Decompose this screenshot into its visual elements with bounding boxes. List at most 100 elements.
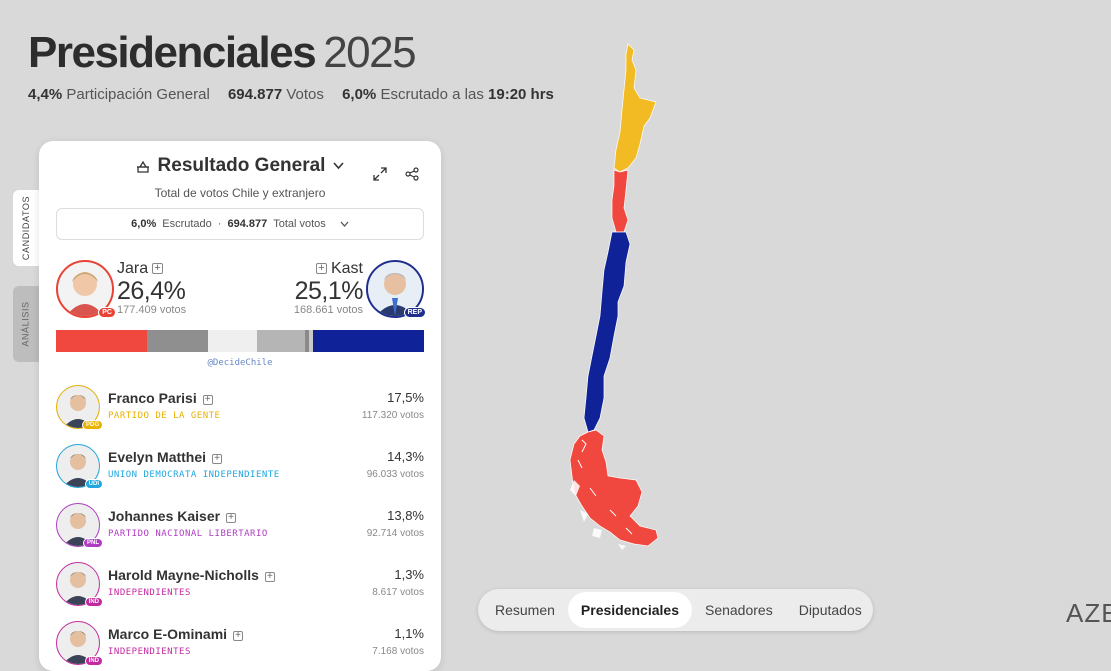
panel-actions — [373, 167, 419, 181]
candidate-votes: 117.320 votos — [361, 410, 424, 421]
votes-label: Votos — [286, 86, 324, 103]
party-badge: IND — [84, 597, 103, 607]
candidate-pct: 1,1% — [394, 626, 424, 641]
candidate-kast-votes: 168.661 votos — [293, 304, 363, 316]
plus-icon[interactable]: + — [152, 263, 164, 274]
candidate-jara-votes: 177.409 votos — [117, 304, 187, 316]
candidate-jara-pct: 26,4% — [117, 277, 186, 305]
avatar-jara[interactable]: PC — [56, 260, 116, 318]
decidechile-handle: @DecideChile — [207, 358, 273, 368]
section-tabs: Resumen Presidenciales Senadores Diputados — [478, 589, 873, 631]
counted-value: 6,0% — [342, 86, 377, 103]
tab-senadores[interactable]: Senadores — [692, 592, 786, 628]
candidate-name: Harold Mayne-Nicholls — [108, 567, 259, 583]
counted-time: 19:20 hrs — [488, 86, 554, 103]
expand-icon[interactable] — [373, 167, 387, 181]
tab-analisis[interactable]: ANÁLISIS — [13, 286, 39, 362]
participation-value: 4,4% — [28, 86, 63, 103]
page-title-year: 2025 — [323, 28, 416, 77]
results-panel: Resultado General Total de votos Chile y… — [39, 141, 441, 671]
results-dropdown[interactable]: Resultado General — [136, 155, 345, 177]
results-bar-segment — [56, 330, 148, 352]
candidate-row[interactable]: PDG Franco Parisi + PARTIDO DE LA GENTE 1… — [39, 382, 441, 441]
chile-regions-map[interactable] — [560, 40, 670, 550]
candidate-party: PARTIDO NACIONAL LIBERTARIO — [108, 529, 268, 539]
summary-separator: · — [217, 218, 222, 230]
candidate-avatar: IND — [56, 562, 103, 607]
chevron-down-icon — [333, 162, 345, 170]
results-bar-segment — [207, 330, 258, 352]
candidate-pct: 14,3% — [387, 449, 424, 464]
results-bar-segment — [257, 330, 305, 352]
party-badge: IND — [84, 656, 103, 666]
candidate-kast: + Kast 25,1% 168.661 votos — [293, 260, 364, 316]
candidate-party: PARTIDO DE LA GENTE — [108, 411, 221, 421]
plus-icon[interactable]: + — [202, 395, 213, 405]
plus-icon[interactable]: + — [315, 263, 327, 274]
summary-counted-value: 6,0% — [131, 218, 157, 230]
candidate-name-line: Johannes Kaiser + — [108, 508, 237, 524]
panel-header: Resultado General Total de votos Chile y… — [39, 141, 441, 200]
plus-icon[interactable]: + — [226, 513, 237, 523]
tab-presidenciales[interactable]: Presidenciales — [567, 592, 692, 628]
party-badge: UDI — [84, 479, 103, 489]
candidate-jara-name: Jara — [117, 260, 149, 277]
page-title: Presidenciales 2025 — [28, 28, 568, 78]
candidate-name-line: Evelyn Matthei + — [108, 449, 223, 465]
candidate-party: INDEPENDIENTES — [108, 588, 191, 598]
candidate-party: INDEPENDIENTES — [108, 647, 191, 657]
candidate-name: Marco E-Ominami — [108, 626, 228, 642]
panel-subtitle: Total de votos Chile y extranjero — [154, 186, 326, 200]
participation-label: Participación General — [66, 86, 210, 103]
candidate-party: UNION DEMOCRATA INDEPENDIENTE — [108, 470, 280, 480]
candidate-name: Johannes Kaiser — [108, 508, 221, 524]
candidate-votes: 96.033 votos — [366, 469, 424, 480]
candidate-votes: 92.714 votos — [366, 528, 424, 539]
results-bar — [56, 330, 424, 352]
brand-logo: AZE — [1066, 598, 1111, 628]
plus-icon[interactable]: + — [264, 572, 275, 582]
chevron-down-icon — [340, 221, 349, 227]
candidate-kast-name: Kast — [330, 260, 363, 277]
panel-title: Resultado General — [157, 155, 326, 176]
candidate-votes: 7.168 votos — [372, 646, 424, 657]
candidate-row[interactable]: IND Harold Mayne-Nicholls + INDEPENDIENTE… — [39, 559, 441, 618]
tab-diputados[interactable]: Diputados — [786, 592, 875, 628]
candidate-row[interactable]: IND Marco E-Ominami + INDEPENDIENTES 1,1%… — [39, 618, 441, 671]
candidate-name: Franco Parisi — [108, 390, 197, 406]
candidate-votes: 8.617 votos — [372, 587, 424, 598]
candidate-name-line: Harold Mayne-Nicholls + — [108, 567, 275, 583]
candidate-row[interactable]: UDI Evelyn Matthei + UNION DEMOCRATA INDE… — [39, 441, 441, 500]
map-region-atacama[interactable] — [611, 169, 629, 233]
candidate-avatar: PNL — [56, 503, 103, 548]
share-icon[interactable] — [405, 167, 419, 181]
map-region-central[interactable] — [583, 231, 631, 433]
summary-votes-label: Total votos — [273, 218, 326, 230]
summary-counted-label: Escrutado — [162, 218, 212, 230]
summary-votes-value: 694.877 — [227, 218, 268, 230]
header: Presidenciales 2025 4,4% Participación Ge… — [28, 28, 568, 103]
side-tabs: CANDIDATOS ANÁLISIS — [13, 190, 39, 362]
tab-candidatos[interactable]: CANDIDATOS — [13, 190, 39, 266]
results-bar-segment — [147, 330, 208, 352]
candidate-name-line: Franco Parisi + — [108, 390, 213, 406]
top-candidates: PC Jara + 26,4% 177.409 votos + Kast 25,1%… — [39, 260, 441, 324]
candidate-pct: 17,5% — [387, 390, 424, 405]
avatar-kast[interactable]: REP — [366, 260, 426, 318]
party-badge: PDG — [81, 420, 103, 430]
candidate-avatar: IND — [56, 621, 103, 666]
map-region-south[interactable] — [569, 429, 659, 547]
map-region-north[interactable] — [613, 43, 657, 173]
party-badge: PNL — [83, 538, 103, 548]
plus-icon[interactable]: + — [212, 454, 223, 464]
tab-resumen[interactable]: Resumen — [482, 592, 568, 628]
votes-value: 694.877 — [227, 86, 283, 103]
results-bar-segment — [313, 330, 424, 352]
candidate-name-line: Marco E-Ominami + — [108, 626, 244, 642]
candidate-kast-pct: 25,1% — [294, 277, 364, 305]
counted-label: Escrutado a las — [380, 86, 484, 103]
candidate-row[interactable]: PNL Johannes Kaiser + PARTIDO NACIONAL LI… — [39, 500, 441, 559]
candidate-avatar: PDG — [56, 385, 103, 430]
summary-dropdown[interactable]: 6,0% Escrutado · 694.877 Total votos — [56, 208, 424, 240]
plus-icon[interactable]: + — [233, 631, 244, 641]
